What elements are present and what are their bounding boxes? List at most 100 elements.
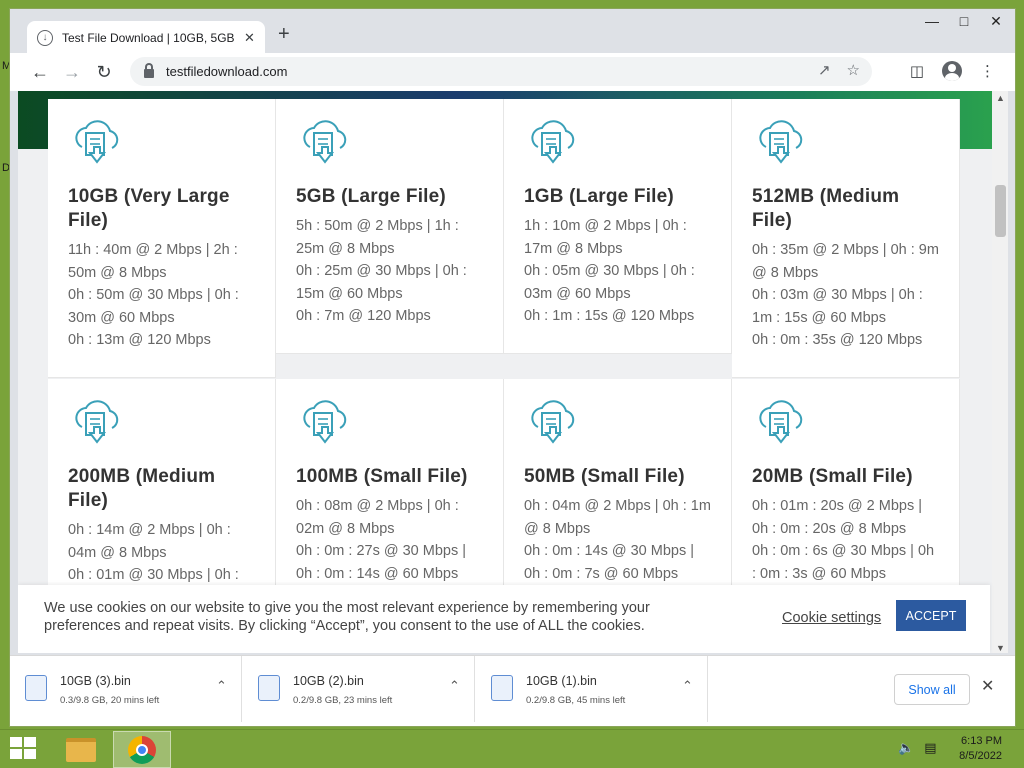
download-time-line: 0h : 14m @ 2 Mbps | 0h : 04m @ 8 Mbps	[68, 522, 231, 561]
file-size-card[interactable]: 1GB (Large File) 1h : 10m @ 2 Mbps | 0h :…	[504, 99, 732, 354]
download-time-line: 11h : 40m @ 2 Mbps | 2h : 50m @ 8 Mbps	[68, 242, 238, 281]
file-size-card[interactable]: 5GB (Large File) 5h : 50m @ 2 Mbps | 1h :…	[276, 99, 504, 354]
card-title[interactable]: 5GB (Large File)	[296, 185, 483, 209]
download-item[interactable]: 10GB (2).bin 0.2/9.8 GB, 23 mins left ⌃	[243, 656, 475, 722]
download-favicon-icon: ↓	[37, 29, 53, 46]
file-icon	[491, 675, 513, 701]
download-item[interactable]: 10GB (3).bin 0.3/9.8 GB, 20 mins left ⌃	[10, 656, 242, 722]
card-title[interactable]: 10GB (Very Large File)	[68, 185, 255, 233]
url-text[interactable]: testfiledownload.com	[166, 64, 287, 79]
card-title[interactable]: 512MB (Medium File)	[752, 185, 939, 233]
download-filename[interactable]: 10GB (3).bin	[60, 674, 131, 688]
download-time-line: 1h : 10m @ 2 Mbps | 0h : 17m @ 8 Mbps	[524, 218, 687, 257]
tab-strip: ↓ Test File Download | 10GB, 5GB, … ✕ + …	[10, 9, 1015, 54]
cookie-settings-link[interactable]: Cookie settings	[782, 610, 881, 626]
download-filename[interactable]: 10GB (2).bin	[293, 674, 364, 688]
cloud-download-icon	[752, 397, 808, 453]
cloud-download-icon	[524, 117, 580, 173]
download-time-line: 0h : 25m @ 30 Mbps | 0h : 15m @ 60 Mbps	[296, 263, 467, 302]
tab-title: Test File Download | 10GB, 5GB, …	[62, 30, 234, 45]
download-time-line: 0h : 1m : 15s @ 120 Mbps	[524, 308, 695, 324]
system-tray: 🔈 ▤	[898, 740, 936, 756]
close-shelf-icon[interactable]: ✕	[981, 676, 994, 696]
show-all-button[interactable]: Show all	[894, 674, 970, 705]
card-title[interactable]: 1GB (Large File)	[524, 185, 711, 209]
address-bar[interactable]: testfiledownload.com ↗ ☆	[130, 57, 872, 86]
download-filename[interactable]: 10GB (1).bin	[526, 674, 597, 688]
cloud-download-icon	[524, 397, 580, 453]
share-icon[interactable]: ↗	[818, 61, 831, 79]
cloud-download-icon	[68, 117, 124, 173]
windows-start-icon[interactable]	[10, 737, 38, 761]
clock-date: 8/5/2022	[959, 750, 1002, 762]
download-item[interactable]: 10GB (1).bin 0.2/9.8 GB, 45 mins left ⌃	[476, 656, 708, 722]
back-icon[interactable]: ←	[24, 62, 56, 83]
volume-muted-icon[interactable]: 🔈	[898, 740, 914, 756]
close-window-icon[interactable]: ✕	[989, 13, 1003, 30]
cloud-download-icon	[296, 117, 352, 173]
menu-kebab-icon[interactable]: ⋮	[980, 62, 995, 80]
file-icon	[25, 675, 47, 701]
reload-icon[interactable]: ↻	[88, 62, 120, 83]
scroll-up-icon[interactable]: ▲	[996, 93, 1005, 103]
card-title[interactable]: 50MB (Small File)	[524, 465, 711, 489]
chevron-up-icon[interactable]: ⌃	[216, 678, 227, 694]
download-status: 0.2/9.8 GB, 23 mins left	[293, 695, 393, 706]
chrome-taskbar-icon[interactable]	[113, 731, 171, 768]
browser-window: ↓ Test File Download | 10GB, 5GB, … ✕ + …	[9, 8, 1016, 727]
tab-close-icon[interactable]: ✕	[244, 30, 255, 46]
download-time-line: 0h : 35m @ 2 Mbps | 0h : 9m @ 8 Mbps	[752, 242, 939, 281]
page-viewport: 10GB (Very Large File) 11h : 40m @ 2 Mbps…	[18, 91, 1008, 653]
maximize-icon[interactable]: □	[957, 13, 971, 30]
forward-icon[interactable]: →	[56, 62, 88, 83]
download-time-line: 0h : 13m @ 120 Mbps	[68, 332, 211, 348]
cloud-download-icon	[752, 117, 808, 173]
clock[interactable]: 6:13 PM 8/5/2022	[959, 734, 1002, 764]
download-time-line: 0h : 08m @ 2 Mbps | 0h : 02m @ 8 Mbps	[296, 498, 459, 537]
cookie-message: We use cookies on our website to give yo…	[44, 600, 650, 634]
download-time-line: 0h : 01m @ 30 Mbps | 0h :	[68, 567, 239, 583]
browser-toolbar: ← → ↻ testfiledownload.com ↗ ☆ ◫ ⋮	[10, 53, 1015, 91]
cloud-download-icon	[68, 397, 124, 453]
download-time-line: 0h : 50m @ 30 Mbps | 0h : 30m @ 60 Mbps	[68, 287, 239, 326]
chevron-up-icon[interactable]: ⌃	[682, 678, 693, 694]
file-size-card[interactable]: 10GB (Very Large File) 11h : 40m @ 2 Mbps…	[48, 99, 276, 378]
scroll-down-icon[interactable]: ▼	[996, 643, 1005, 653]
tab-active[interactable]: ↓ Test File Download | 10GB, 5GB, … ✕	[27, 21, 265, 54]
download-time-line: 0h : 0m : 35s @ 120 Mbps	[752, 332, 923, 348]
download-status: 0.2/9.8 GB, 45 mins left	[526, 695, 626, 706]
minimize-icon[interactable]: —	[925, 13, 939, 30]
taskbar: 🔈 ▤ 6:13 PM 8/5/2022	[0, 729, 1024, 768]
download-time-line: 0h : 0m : 14s @ 30 Mbps | 0h : 0m : 7s @…	[524, 543, 695, 582]
accept-cookies-button[interactable]: ACCEPT	[896, 600, 966, 631]
side-panel-icon[interactable]: ◫	[910, 62, 924, 80]
network-icon[interactable]: ▤	[924, 740, 936, 756]
download-time-line: 0h : 0m : 27s @ 30 Mbps | 0h : 0m : 14s …	[296, 543, 467, 582]
file-size-card[interactable]: 512MB (Medium File) 0h : 35m @ 2 Mbps | 0…	[732, 99, 960, 378]
download-status: 0.3/9.8 GB, 20 mins left	[60, 695, 160, 706]
downloads-shelf: 10GB (3).bin 0.3/9.8 GB, 20 mins left ⌃ …	[10, 655, 1015, 726]
download-time-line: 0h : 0m : 6s @ 30 Mbps | 0h : 0m : 3s @ …	[752, 543, 935, 582]
card-title[interactable]: 200MB (Medium File)	[68, 465, 255, 513]
clock-time: 6:13 PM	[961, 735, 1002, 747]
download-time-line: 0h : 05m @ 30 Mbps | 0h : 03m @ 60 Mbps	[524, 263, 695, 302]
download-time-line: 0h : 7m @ 120 Mbps	[296, 308, 431, 324]
scroll-thumb[interactable]	[995, 185, 1006, 237]
window-controls: — □ ✕	[925, 13, 1003, 30]
cloud-download-icon	[296, 397, 352, 453]
bookmark-star-icon[interactable]: ☆	[847, 61, 860, 79]
lock-icon[interactable]	[144, 63, 154, 78]
file-explorer-icon[interactable]	[52, 731, 110, 768]
card-title[interactable]: 20MB (Small File)	[752, 465, 939, 489]
new-tab-button[interactable]: +	[278, 23, 290, 46]
download-time-line: 5h : 50m @ 2 Mbps | 1h : 25m @ 8 Mbps	[296, 218, 459, 257]
card-title[interactable]: 100MB (Small File)	[296, 465, 483, 489]
chevron-up-icon[interactable]: ⌃	[449, 678, 460, 694]
page-scrollbar[interactable]: ▲ ▼	[992, 91, 1008, 653]
download-time-line: 0h : 01m : 20s @ 2 Mbps | 0h : 0m : 20s …	[752, 498, 923, 537]
file-icon	[258, 675, 280, 701]
profile-avatar-icon[interactable]	[942, 61, 962, 81]
file-card-grid: 10GB (Very Large File) 11h : 40m @ 2 Mbps…	[48, 99, 960, 653]
download-time-line: 0h : 04m @ 2 Mbps | 0h : 1m @ 8 Mbps	[524, 498, 711, 537]
cookie-banner: We use cookies on our website to give yo…	[18, 585, 990, 653]
